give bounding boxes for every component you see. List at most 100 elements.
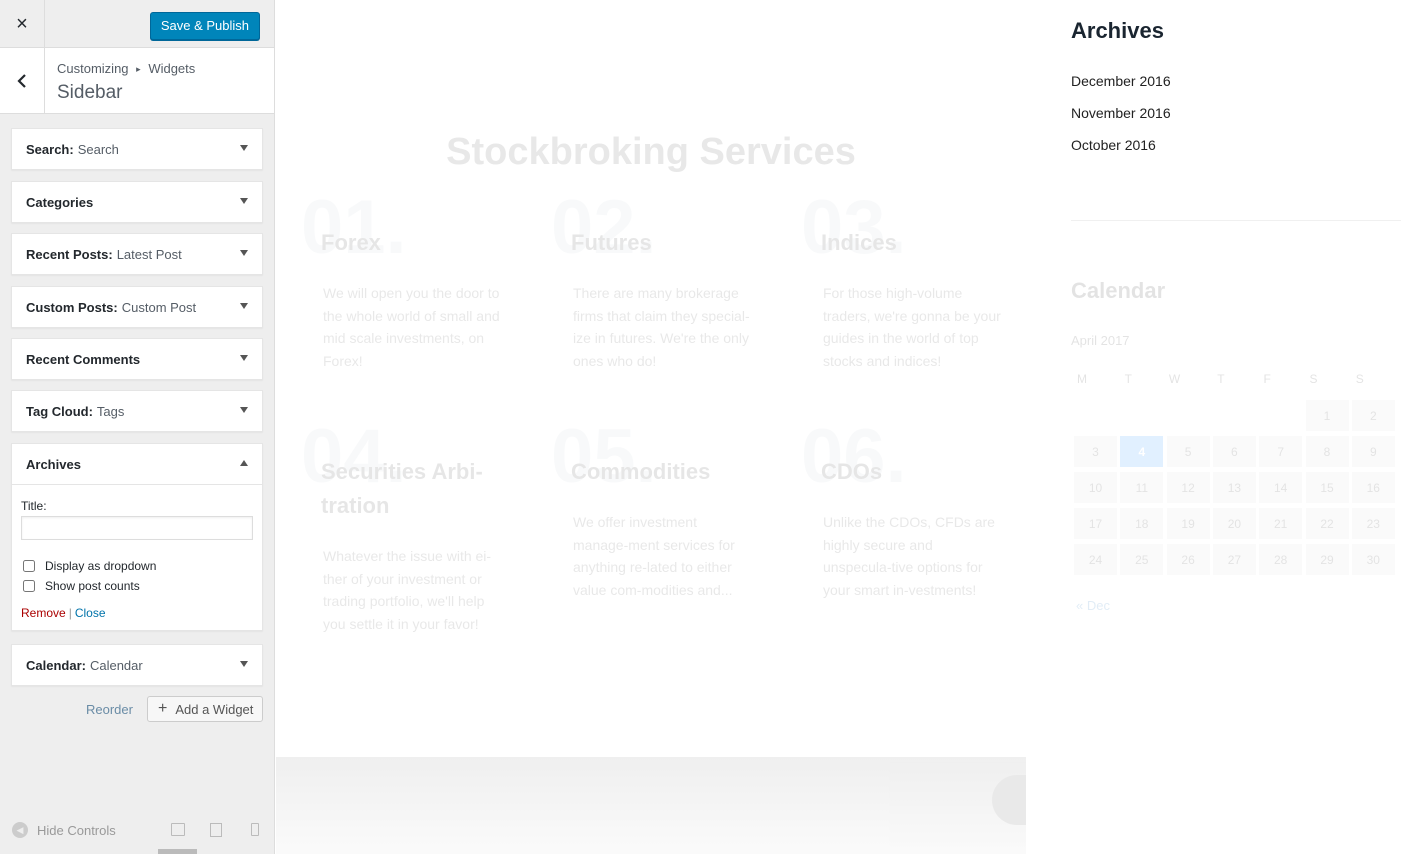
calendar-day: 29 [1305,544,1349,575]
calendar-day: 19 [1166,508,1210,539]
calendar-day: 24 [1074,544,1117,575]
close-customizer-button[interactable]: × [0,0,45,48]
service-title: Indices [821,230,897,255]
calendar-day: 16 [1351,472,1395,503]
expand-arrow-icon[interactable] [240,198,248,204]
breadcrumb-leaf: Widgets [148,61,196,76]
widget-name: Calendar: [26,657,86,673]
calendar-day: 10 [1074,472,1117,503]
widget-recent-posts[interactable]: Recent Posts: Latest Post [11,233,263,275]
widget-recent-comments[interactable]: Recent Comments [11,338,263,380]
calendar-day: 12 [1166,472,1210,503]
archive-link[interactable]: December 2016 [1071,73,1171,89]
preview-sidebar: Archives December 2016 November 2016 Oct… [1048,0,1419,854]
collapse-left-icon: ◀ [12,822,28,838]
site-preview: Stockbroking Services 01. Forex We will … [276,0,1026,854]
section-title: Sidebar [57,82,123,103]
widget-name: Custom Posts: [26,299,118,315]
widget-tag-cloud[interactable]: Tag Cloud: Tags [11,390,263,432]
widget-name: Recent Posts: [26,246,113,262]
service-text: Whatever the issue with ei-ther of your … [323,548,492,632]
service-item: 02. Futures There are many brokerage fir… [551,185,771,372]
archives-heading: Archives [1071,18,1164,43]
breadcrumb-root: Customizing [57,61,129,76]
plus-icon: + [158,700,168,717]
hide-controls-button[interactable]: ◀ Hide Controls [12,822,116,838]
widget-subtitle: Custom Post [121,299,197,315]
expand-arrow-icon[interactable] [240,355,248,361]
remove-link[interactable]: Remove [21,606,66,620]
widget-name: Recent Comments [26,351,141,367]
widget-archives-header[interactable]: Archives [12,444,262,484]
widget-name: Tag Cloud: [26,403,93,419]
divider [1071,220,1401,221]
expand-arrow-icon[interactable] [240,407,248,413]
dropdown-checkbox[interactable] [23,560,35,572]
calendar-day: 20 [1212,508,1256,539]
mobile-preview-icon[interactable] [251,823,259,836]
calendar-day: 4 [1120,436,1164,467]
service-text: There are many brokerage firms that clai… [573,285,750,369]
calendar-day: 13 [1212,472,1256,503]
expand-arrow-icon[interactable] [240,661,248,667]
add-widget-button[interactable]: + Add a Widget [147,696,263,722]
calendar-month: April 2017 [1071,333,1130,348]
collapse-arrow-icon[interactable] [240,460,248,466]
weekday-header: T [1217,372,1225,386]
weekday-header: W [1168,372,1181,386]
breadcrumb: Customizing ▸ Widgets [57,61,195,76]
archive-link[interactable]: November 2016 [1071,105,1171,121]
customizer-header: × Save & Publish [0,0,274,48]
calendar-day: 30 [1351,544,1395,575]
calendar-day: 26 [1166,544,1210,575]
close-link[interactable]: Close [75,606,106,620]
calendar-prev-link[interactable]: « Dec [1076,598,1110,613]
calendar-day: 25 [1120,544,1164,575]
service-title: Futures [571,230,652,255]
widget-search[interactable]: Search: Search [11,128,263,170]
archive-link[interactable]: October 2016 [1071,137,1156,153]
post-counts-checkbox[interactable] [23,580,35,592]
dropdown-label: Display as dropdown [45,559,157,573]
calendar-day: 28 [1259,544,1303,575]
scroll-top-shape [992,775,1026,825]
tablet-preview-icon[interactable] [210,823,222,837]
customizer-panel: × Save & Publish Customizing ▸ Widgets S… [0,0,275,854]
calendar-heading: Calendar [1071,278,1166,303]
calendar-day: 2 [1351,400,1395,431]
service-title: CDOs [821,459,883,484]
weekday-header: S [1309,372,1318,386]
widget-subtitle: Calendar [89,657,143,673]
expand-arrow-icon[interactable] [240,250,248,256]
active-device-indicator [158,849,197,854]
preview-footer [276,757,1026,854]
post-counts-option[interactable]: Show post counts [21,576,253,596]
calendar-day: 1 [1305,400,1349,431]
expand-arrow-icon[interactable] [240,145,248,151]
back-button[interactable] [0,48,45,114]
save-publish-button[interactable]: Save & Publish [149,12,260,40]
widget-subtitle: Tags [96,403,125,419]
service-text: For those high-volume traders, we're gon… [823,285,1001,369]
service-title: Forex [321,230,381,255]
desktop-preview-icon[interactable] [171,823,185,836]
customizer-footer: ◀ Hide Controls [0,806,275,854]
service-item: 05. Commodities We offer investment mana… [551,414,771,601]
dropdown-option[interactable]: Display as dropdown [21,556,253,576]
calendar-day: 15 [1305,472,1349,503]
close-icon: × [16,12,28,35]
calendar-day: 8 [1305,436,1349,467]
expand-arrow-icon[interactable] [240,303,248,309]
reorder-link[interactable]: Reorder [86,702,133,717]
calendar-day: 21 [1259,508,1303,539]
calendar-day: 22 [1305,508,1349,539]
service-item: 03. Indices For those high-volume trader… [801,185,1021,372]
widget-calendar[interactable]: Calendar: Calendar [11,644,263,686]
widget-categories[interactable]: Categories [11,181,263,223]
widget-custom-posts[interactable]: Custom Posts: Custom Post [11,286,263,328]
add-widget-label: Add a Widget [175,701,254,717]
weekday-header: T [1124,372,1132,386]
services-heading: Stockbroking Services [446,131,856,173]
title-input[interactable] [21,516,253,540]
calendar-day: 17 [1074,508,1117,539]
